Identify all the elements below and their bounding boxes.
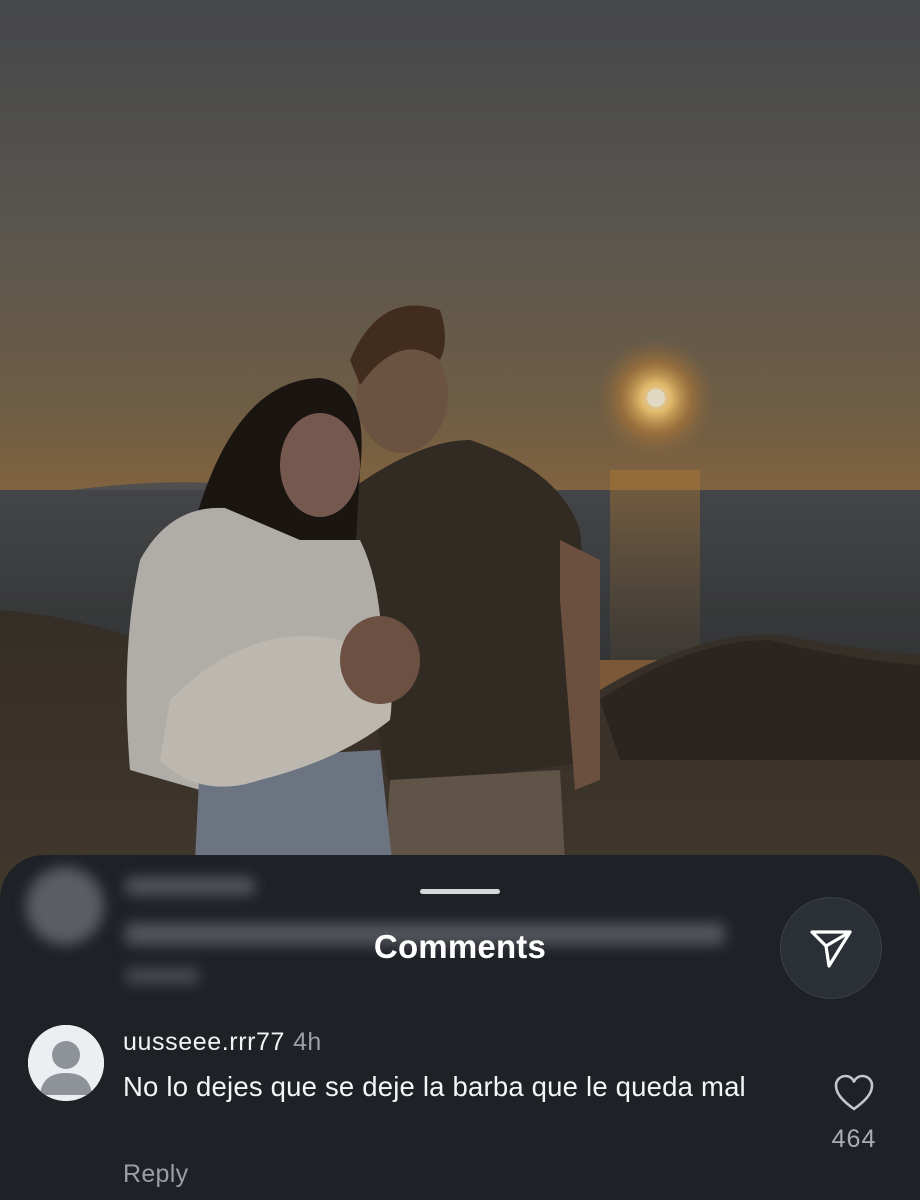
- comments-sheet: Comments uusseee.rrr77 4h No lo dejes que…: [0, 855, 920, 1200]
- post-photo: [0, 0, 920, 900]
- username[interactable]: uusseee.rrr77: [123, 1028, 285, 1056]
- avatar[interactable]: [28, 1025, 104, 1101]
- like-button[interactable]: [833, 1073, 875, 1113]
- default-avatar-icon: [28, 1025, 104, 1101]
- comment-author[interactable]: uusseee.rrr77 4h: [123, 1028, 322, 1057]
- comment-item: uusseee.rrr77 4h No lo dejes que se deje …: [0, 1023, 920, 1200]
- reply-button[interactable]: Reply: [123, 1160, 188, 1189]
- paper-plane-icon: [810, 930, 852, 968]
- comment-text: No lo dejes que se deje la barba que le …: [123, 1071, 746, 1102]
- comment-time: 4h: [293, 1028, 322, 1056]
- sheet-grabber[interactable]: [420, 889, 500, 894]
- like-count: 464: [831, 1125, 877, 1153]
- heart-outline-icon: [834, 1074, 874, 1111]
- share-button[interactable]: [780, 897, 882, 999]
- blurred-username: [125, 877, 255, 895]
- blurred-reply: [125, 968, 200, 984]
